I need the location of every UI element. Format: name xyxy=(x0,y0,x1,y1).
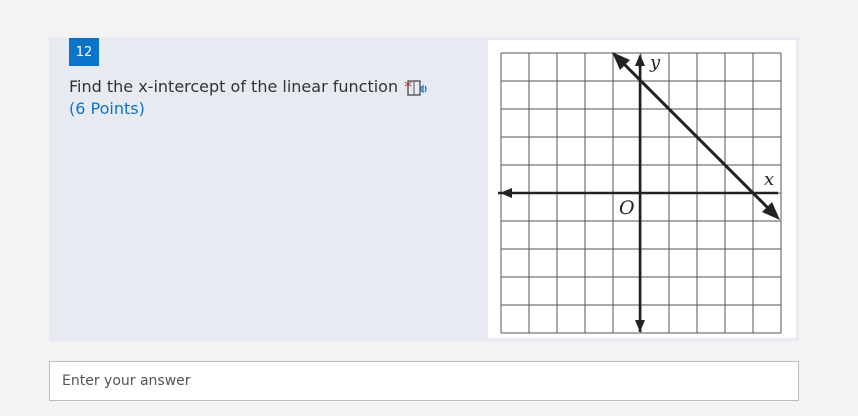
question-number: 12 xyxy=(75,44,93,60)
question-points: (6 Points) xyxy=(69,99,145,118)
immersive-reader-icon[interactable] xyxy=(406,79,430,99)
x-axis-left-arrow xyxy=(500,188,512,198)
y-axis-up-arrow xyxy=(635,54,645,66)
question-title: Find the x-intercept of the linear funct… xyxy=(69,77,412,96)
coordinate-graph: y x O xyxy=(498,52,782,334)
answer-field[interactable] xyxy=(49,361,799,401)
question-number-badge: 12 xyxy=(69,38,99,66)
graph-image: y x O xyxy=(488,40,796,338)
y-axis-label: y xyxy=(649,52,661,73)
y-axis-down-arrow xyxy=(635,320,645,332)
origin-label: O xyxy=(619,197,635,219)
question-text: Find the x-intercept of the linear funct… xyxy=(69,77,399,96)
x-axis-label: x xyxy=(764,169,774,190)
answer-input[interactable] xyxy=(50,362,798,400)
